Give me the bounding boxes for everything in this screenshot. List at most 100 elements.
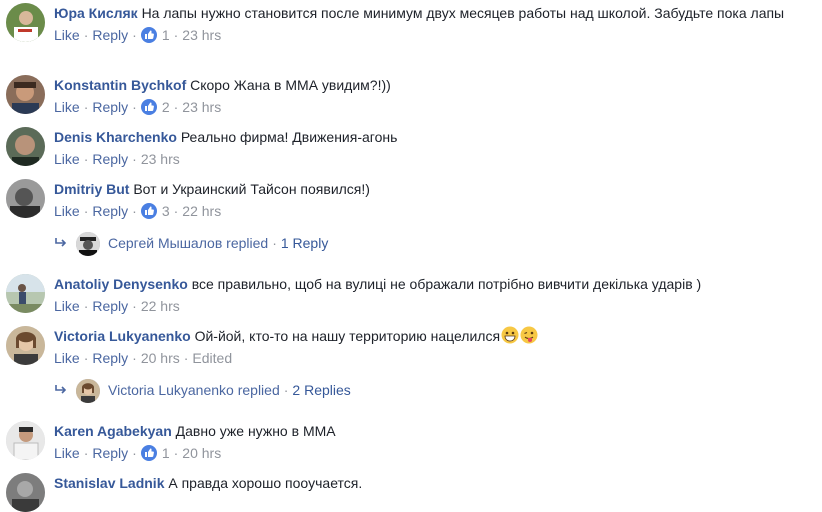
- comment-author[interactable]: Konstantin Bychkof: [54, 77, 186, 93]
- like-reaction-icon[interactable]: [140, 27, 157, 43]
- comment-message: Скоро Жана в ММА увидим?!)): [190, 77, 391, 93]
- comment-actions: Like · Reply · 22 hrs: [54, 297, 816, 315]
- comment-time[interactable]: 23 hrs: [182, 99, 221, 115]
- grinning-emoji-icon: [501, 326, 519, 344]
- comment-author[interactable]: Anatoliy Denysenko: [54, 276, 188, 292]
- comment-text-line: Юра Кисляк На лапы нужно становится посл…: [54, 3, 816, 23]
- separator: ·: [173, 99, 179, 115]
- reply-count-link[interactable]: 1 Reply: [281, 235, 328, 251]
- comment-author[interactable]: Victoria Lukyanenko: [54, 328, 191, 344]
- reply-arrow-icon: [54, 233, 68, 247]
- separator: ·: [183, 350, 189, 366]
- separator: ·: [132, 99, 137, 115]
- avatar[interactable]: [6, 127, 45, 166]
- comment-message: все правильно, щоб на вулиці не ображали…: [191, 276, 702, 292]
- comment-text-line: Karen Agabekyan Давно уже нужно в ММА: [54, 421, 816, 441]
- comment-author[interactable]: Dmitriy But: [54, 181, 129, 197]
- separator: ·: [132, 203, 137, 219]
- avatar[interactable]: [6, 421, 45, 460]
- comment-author[interactable]: Stanislav Ladnik: [54, 475, 164, 491]
- reply-link[interactable]: Reply: [92, 151, 128, 167]
- like-reaction-icon[interactable]: [140, 445, 157, 461]
- comment-actions: Like · Reply · 20 hrs · Edited: [54, 349, 816, 367]
- avatar[interactable]: [6, 75, 45, 114]
- like-count[interactable]: 1: [162, 27, 170, 43]
- comment-text-line: Victoria Lukyanenko Ой-йой, кто-то на на…: [54, 326, 816, 346]
- comment-text-line: Denis Kharchenko Реально фирма! Движения…: [54, 127, 816, 147]
- view-replies-row[interactable]: Сергей Мышалов replied · 1 Reply: [54, 231, 328, 257]
- like-link[interactable]: Like: [54, 99, 80, 115]
- comment-time[interactable]: 22 hrs: [141, 298, 180, 314]
- comment-time[interactable]: 20 hrs: [182, 445, 221, 461]
- reply-link[interactable]: Reply: [92, 298, 128, 314]
- avatar: [76, 379, 100, 404]
- reply-link[interactable]: Reply: [92, 99, 128, 115]
- comment-text-line: Konstantin Bychkof Скоро Жана в ММА увид…: [54, 75, 816, 95]
- separator: ·: [83, 203, 89, 219]
- separator: ·: [83, 350, 89, 366]
- comment-message: А правда хорошо поoучается.: [168, 475, 363, 491]
- separator: ·: [83, 99, 89, 115]
- separator: ·: [173, 27, 179, 43]
- like-count[interactable]: 2: [162, 99, 170, 115]
- separator: ·: [83, 27, 89, 43]
- comment-author[interactable]: Karen Agabekyan: [54, 423, 172, 439]
- like-count[interactable]: 1: [162, 445, 170, 461]
- separator: ·: [83, 298, 89, 314]
- separator: ·: [132, 27, 137, 43]
- comment-actions: Like · Reply · 2 · 23 hrs: [54, 98, 816, 116]
- avatar[interactable]: [6, 274, 45, 313]
- comment-text-line: Stanislav Ladnik А правда хорошо поoучае…: [54, 473, 816, 493]
- comment-actions: Like · Reply · 3 · 22 hrs: [54, 202, 816, 220]
- avatar: [76, 232, 100, 257]
- comment-actions: Like · Reply · 1 · 20 hrs: [54, 444, 816, 462]
- like-count[interactable]: 3: [162, 203, 170, 219]
- replied-by-label[interactable]: Victoria Lukyanenko replied: [108, 382, 280, 398]
- reply-link[interactable]: Reply: [92, 27, 128, 43]
- edited-label[interactable]: Edited: [192, 350, 232, 366]
- separator: ·: [83, 445, 89, 461]
- separator: ·: [173, 203, 179, 219]
- avatar[interactable]: [6, 473, 45, 512]
- reply-link[interactable]: Reply: [92, 203, 128, 219]
- like-link[interactable]: Like: [54, 27, 80, 43]
- comment-message: Ой-йой, кто-то на нашу территорию нацели…: [194, 328, 501, 344]
- separator: ·: [132, 445, 137, 461]
- like-link[interactable]: Like: [54, 350, 80, 366]
- comment-text-line: Anatoliy Denysenko все правильно, щоб на…: [54, 274, 816, 294]
- avatar[interactable]: [6, 179, 45, 218]
- like-reaction-icon[interactable]: [140, 99, 157, 115]
- reply-link[interactable]: Reply: [92, 445, 128, 461]
- reply-link[interactable]: Reply: [92, 350, 128, 366]
- comment-time[interactable]: 20 hrs: [141, 350, 180, 366]
- separator: ·: [272, 235, 277, 251]
- comment-actions: Like · Reply · 1 · 23 hrs: [54, 26, 816, 44]
- comment-message: Вот и Украинский Тайсон появился!): [133, 181, 370, 197]
- avatar[interactable]: [6, 326, 45, 365]
- view-replies-row[interactable]: Victoria Lukyanenko replied · 2 Replies: [54, 378, 351, 404]
- reply-count-link[interactable]: 2 Replies: [292, 382, 350, 398]
- comment-author[interactable]: Юра Кисляк: [54, 5, 138, 21]
- comment-message: На лапы нужно становится после минимум д…: [141, 5, 785, 21]
- like-link[interactable]: Like: [54, 203, 80, 219]
- like-reaction-icon[interactable]: [140, 203, 157, 219]
- comment-time[interactable]: 23 hrs: [141, 151, 180, 167]
- reply-arrow-icon: [54, 380, 68, 394]
- winking-tongue-emoji-icon: [520, 326, 538, 344]
- separator: ·: [283, 382, 289, 398]
- comment-message: Реально фирма! Движения-агонь: [180, 129, 398, 145]
- like-link[interactable]: Like: [54, 151, 80, 167]
- like-link[interactable]: Like: [54, 298, 80, 314]
- like-link[interactable]: Like: [54, 445, 80, 461]
- replied-by-label[interactable]: Сергей Мышалов replied: [108, 235, 268, 251]
- comment-actions: Like · Reply · 23 hrs: [54, 150, 816, 168]
- comment-author[interactable]: Denis Kharchenko: [54, 129, 177, 145]
- avatar[interactable]: [6, 3, 45, 42]
- comment-time[interactable]: 23 hrs: [182, 27, 221, 43]
- separator: ·: [132, 298, 137, 314]
- comment-time[interactable]: 22 hrs: [182, 203, 221, 219]
- separator: ·: [173, 445, 179, 461]
- separator: ·: [83, 151, 89, 167]
- separator: ·: [132, 350, 137, 366]
- comment-message: Давно уже нужно в ММА: [175, 423, 336, 439]
